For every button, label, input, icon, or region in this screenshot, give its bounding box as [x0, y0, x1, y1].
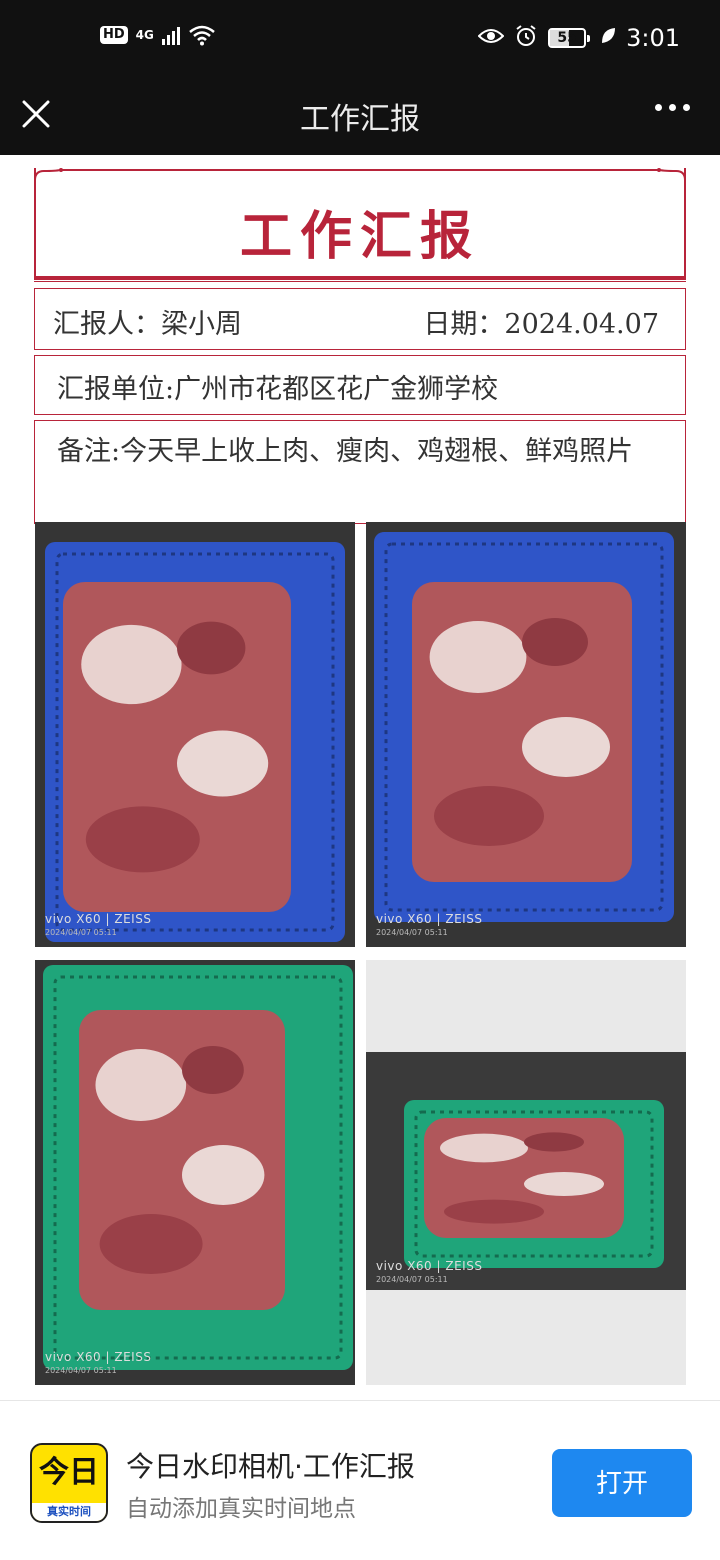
- app-icon[interactable]: 今日 真实时间: [30, 1443, 108, 1523]
- crate-photo-illustration: [35, 522, 355, 947]
- nav-title: 工作汇报: [300, 102, 420, 137]
- crate-photo-illustration: [366, 522, 686, 947]
- photo-2[interactable]: vivo X60 | ZEISS 2024/04/07 05:11: [366, 522, 686, 947]
- report-card: 工作汇报 汇报人：梁小周 日期：2024.04.07 汇报单位:广州市花都区花广…: [34, 168, 686, 524]
- photo-camera-brand: vivo X60 | ZEISS: [45, 1350, 152, 1364]
- status-clock: 3:01: [626, 24, 680, 52]
- status-bar: HD 4G 55 3:01: [0, 0, 720, 80]
- alarm-icon: [514, 24, 538, 52]
- reporter-row: 汇报人：梁小周 日期：2024.04.07: [34, 288, 686, 350]
- report-title: 工作汇报: [239, 206, 480, 267]
- app-promo-banner: 今日 真实时间 今日水印相机·工作汇报 自动添加真实时间地点 打开: [0, 1400, 720, 1560]
- hd-badge: HD: [100, 26, 128, 44]
- corner-ornament-left: [34, 168, 63, 194]
- status-left: HD 4G: [100, 24, 216, 46]
- banner-title: 今日水印相机·工作汇报: [126, 1450, 415, 1483]
- app-icon-caption: 真实时间: [32, 1503, 106, 1521]
- title-divider: [34, 276, 686, 282]
- banner-subtitle: 自动添加真实时间地点: [126, 1496, 356, 1522]
- photo-watermark: vivo X60 | ZEISS 2024/04/07 05:11: [45, 913, 151, 939]
- nav-bar: 工作汇报: [0, 80, 720, 155]
- wifi-icon: [188, 24, 216, 46]
- leaf-icon: [600, 27, 616, 49]
- more-icon[interactable]: [655, 104, 690, 111]
- photo-3[interactable]: vivo X60 | ZEISS 2024/04/07 05:11: [35, 960, 355, 1385]
- note-row: 备注:今天早上收上肉、瘦肉、鸡翅根、鲜鸡照片: [34, 420, 686, 524]
- photo-camera-brand: vivo X60 | ZEISS: [376, 1259, 483, 1273]
- network-label: 4G: [135, 28, 154, 42]
- unit-row: 汇报单位:广州市花都区花广金狮学校: [34, 355, 686, 415]
- photo-timestamp: 2024/04/07 05:11: [45, 1366, 117, 1375]
- photo-1[interactable]: vivo X60 | ZEISS 2024/04/07 05:11: [35, 522, 355, 947]
- corner-ornament-right: [657, 168, 686, 194]
- photo-watermark: vivo X60 | ZEISS 2024/04/07 05:11: [45, 1351, 151, 1377]
- report-date: 日期：2024.04.07: [423, 309, 659, 340]
- battery-icon: 55: [548, 28, 591, 48]
- battery-level: 55: [557, 30, 577, 46]
- signal-icon: [161, 25, 180, 45]
- photo-timestamp: 2024/04/07 05:11: [45, 928, 117, 937]
- photo-timestamp: 2024/04/07 05:11: [376, 928, 448, 937]
- photo-4[interactable]: vivo X60 | ZEISS 2024/04/07 05:11: [366, 960, 686, 1385]
- photo-camera-brand: vivo X60 | ZEISS: [45, 912, 152, 926]
- crate-photo-illustration: [35, 960, 355, 1385]
- report-title-box: 工作汇报: [34, 168, 686, 282]
- status-right: 55 3:01: [477, 24, 680, 52]
- photo-timestamp: 2024/04/07 05:11: [376, 1275, 448, 1284]
- photo-watermark: vivo X60 | ZEISS 2024/04/07 05:11: [376, 913, 482, 939]
- open-button[interactable]: 打开: [552, 1449, 692, 1517]
- reporter-name: 汇报人：梁小周: [53, 309, 242, 340]
- photo-watermark: vivo X60 | ZEISS 2024/04/07 05:11: [376, 1260, 482, 1286]
- app-icon-text: 今日: [39, 1455, 99, 1490]
- eye-icon: [477, 27, 505, 49]
- decorative-top-line: [62, 169, 658, 171]
- photo-camera-brand: vivo X60 | ZEISS: [376, 912, 483, 926]
- crate-photo-illustration: [366, 1052, 686, 1290]
